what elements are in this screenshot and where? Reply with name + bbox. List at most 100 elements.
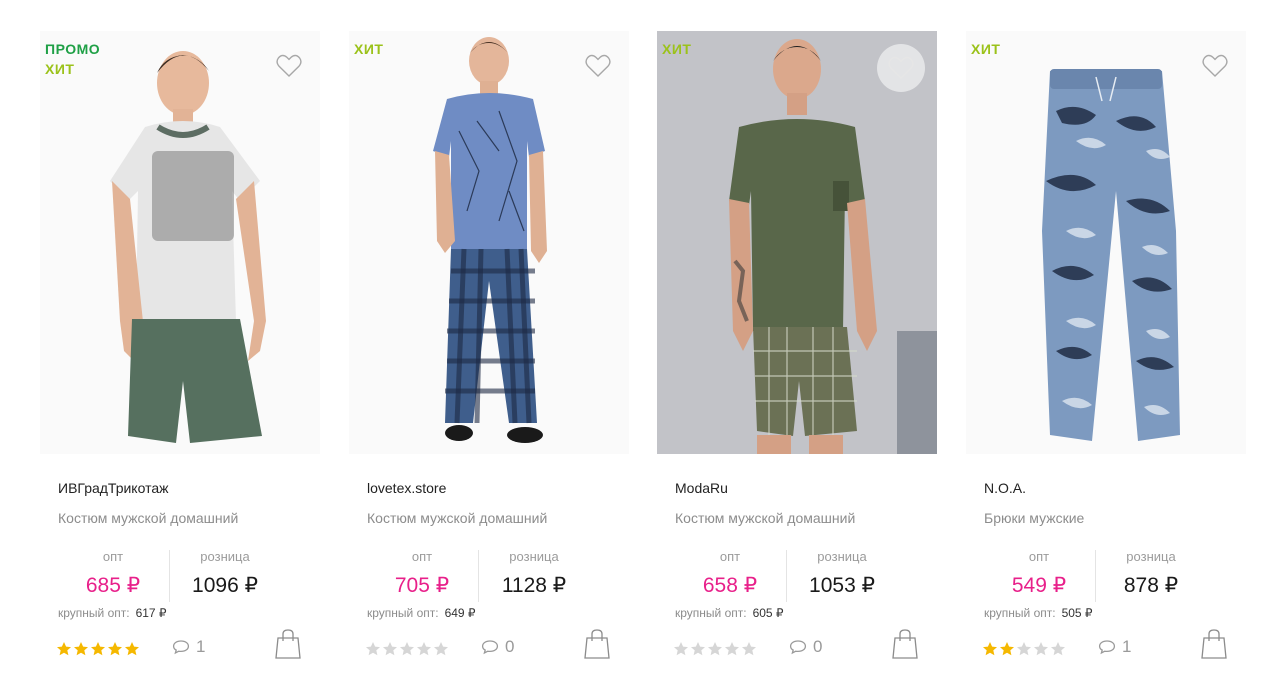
bulk-value: 617 ₽	[135, 606, 167, 620]
comment-icon	[1098, 640, 1116, 655]
opt-label: опт	[719, 549, 741, 564]
retail-price-col: розница 1128 ₽	[479, 548, 589, 602]
heart-icon	[585, 54, 611, 77]
product-title[interactable]: Костюм мужской домашний	[675, 510, 855, 526]
product-photo	[349, 31, 629, 454]
favorite-button[interactable]	[1198, 49, 1232, 83]
opt-label: опт	[102, 549, 124, 564]
comments-link[interactable]: 0	[481, 637, 514, 657]
comment-count: 1	[196, 637, 206, 656]
star-icon	[417, 642, 431, 656]
retail-price: 1128 ₽	[501, 574, 567, 597]
price-block: опт 705 ₽ розница 1128 ₽	[367, 548, 607, 604]
star-icon	[742, 642, 756, 656]
product-title[interactable]: Костюм мужской домашний	[367, 510, 547, 526]
star-icon	[1051, 642, 1065, 656]
badge-hit: ХИТ	[45, 61, 75, 77]
comment-count: 1	[1122, 637, 1132, 656]
star-icon	[74, 642, 88, 656]
heart-icon	[1202, 54, 1228, 77]
comments-link[interactable]: 0	[789, 637, 822, 657]
product-photo	[657, 31, 937, 454]
bulk-label: крупный опт:	[367, 606, 439, 620]
add-to-cart-button[interactable]	[891, 628, 919, 660]
bulk-label: крупный опт:	[984, 606, 1056, 620]
opt-label: опт	[411, 549, 433, 564]
heart-icon	[276, 54, 302, 77]
bulk-price: крупный опт: 605 ₽	[675, 606, 784, 620]
retail-price-col: розница 1096 ₽	[170, 548, 280, 602]
product-card[interactable]: ХИТ ModaRu Костюм мужской домашний опт 6…	[657, 31, 937, 671]
opt-price: 549 ₽	[1011, 574, 1067, 597]
add-to-cart-button[interactable]	[1200, 628, 1228, 660]
rating-stars[interactable]	[982, 641, 1066, 657]
product-brand[interactable]: ModaRu	[675, 480, 728, 496]
opt-price: 705 ₽	[394, 574, 450, 597]
bulk-value: 605 ₽	[752, 606, 784, 620]
star-icon	[400, 642, 414, 656]
star-icon	[366, 642, 380, 656]
heart-icon	[888, 56, 914, 79]
product-grid: ПРОМО ХИТ ИВГрадТрикотаж Костюм мужской …	[40, 31, 1250, 671]
opt-price-col: опт 549 ₽	[984, 548, 1094, 602]
product-title[interactable]: Брюки мужские	[984, 510, 1084, 526]
product-brand[interactable]: lovetex.store	[367, 480, 446, 496]
add-to-cart-button[interactable]	[274, 628, 302, 660]
product-image[interactable]	[657, 31, 937, 454]
bulk-value: 649 ₽	[444, 606, 476, 620]
product-card[interactable]: ХИТ lovetex.store Костюм мужской домашни…	[349, 31, 629, 671]
product-brand[interactable]: N.O.A.	[984, 480, 1026, 496]
product-brand[interactable]: ИВГрадТрикотаж	[58, 480, 168, 496]
favorite-button[interactable]	[581, 49, 615, 83]
rating-stars[interactable]	[365, 641, 449, 657]
star-icon	[674, 642, 688, 656]
product-image[interactable]	[966, 31, 1246, 454]
product-title[interactable]: Костюм мужской домашний	[58, 510, 238, 526]
retail-label: розница	[817, 549, 867, 564]
retail-label: розница	[1126, 549, 1176, 564]
opt-price: 685 ₽	[85, 574, 141, 597]
retail-label: розница	[200, 549, 250, 564]
badge-promo: ПРОМО	[45, 41, 101, 57]
opt-label: опт	[1028, 549, 1050, 564]
star-icon	[108, 642, 122, 656]
product-card[interactable]: ХИТ N.O.A. Брюки мужские опт 549 ₽ розни…	[966, 31, 1246, 671]
opt-price-col: опт 685 ₽	[58, 548, 168, 602]
retail-price-col: розница 1053 ₽	[787, 548, 897, 602]
star-icon	[125, 642, 139, 656]
favorite-button[interactable]	[272, 49, 306, 83]
star-icon	[434, 642, 448, 656]
badges: ПРОМО ХИТ	[45, 39, 100, 79]
price-block: опт 549 ₽ розница 878 ₽	[984, 548, 1224, 604]
product-image[interactable]	[349, 31, 629, 454]
star-icon	[91, 642, 105, 656]
product-card[interactable]: ПРОМО ХИТ ИВГрадТрикотаж Костюм мужской …	[40, 31, 320, 671]
retail-price: 1053 ₽	[809, 574, 875, 597]
shopping-bag-icon	[584, 629, 610, 659]
star-icon	[708, 642, 722, 656]
retail-label: розница	[509, 549, 559, 564]
bulk-price: крупный опт: 505 ₽	[984, 606, 1093, 620]
bulk-price: крупный опт: 617 ₽	[58, 606, 167, 620]
add-to-cart-button[interactable]	[583, 628, 611, 660]
badges: ХИТ	[971, 39, 1000, 59]
rating-stars[interactable]	[673, 641, 757, 657]
shopping-bag-icon	[892, 629, 918, 659]
rating-stars[interactable]	[56, 641, 140, 657]
product-image[interactable]	[40, 31, 320, 454]
retail-price: 1096 ₽	[192, 574, 258, 597]
star-icon	[725, 642, 739, 656]
favorite-button[interactable]	[877, 44, 925, 92]
retail-price-col: розница 878 ₽	[1096, 548, 1206, 602]
star-icon	[383, 642, 397, 656]
badges: ХИТ	[354, 39, 383, 59]
comments-link[interactable]: 1	[1098, 637, 1131, 657]
badge-hit: ХИТ	[662, 41, 692, 57]
comments-link[interactable]: 1	[172, 637, 205, 657]
product-photo	[966, 31, 1246, 454]
comment-icon	[481, 640, 499, 655]
price-block: опт 658 ₽ розница 1053 ₽	[675, 548, 915, 604]
bulk-value: 505 ₽	[1061, 606, 1093, 620]
star-icon	[1034, 642, 1048, 656]
comment-icon	[789, 640, 807, 655]
